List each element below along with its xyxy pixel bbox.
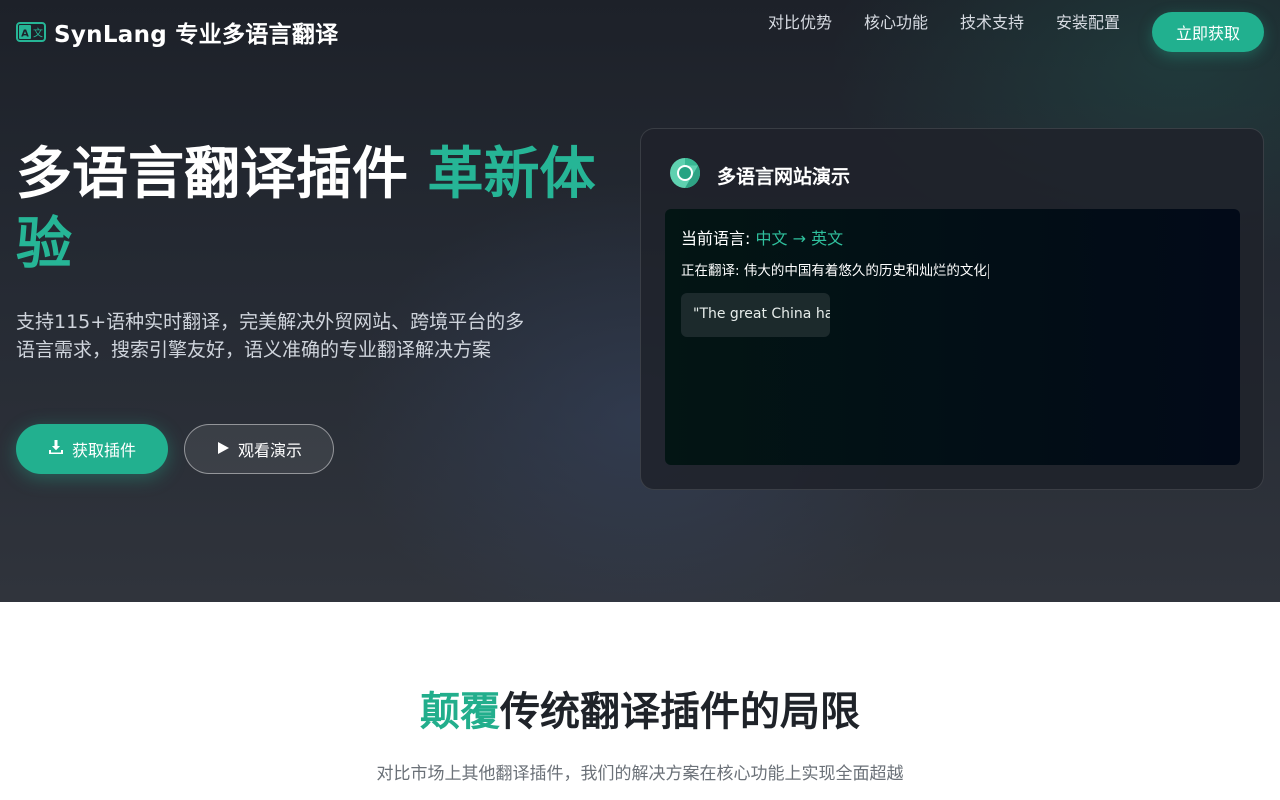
hero-section: A 文 SynLang 专业多语言翻译 对比优势 核心功能 技术支持 安装配置 … — [0, 0, 1280, 602]
brand-name: SynLang 专业多语言翻译 — [54, 22, 339, 48]
demo-title: 多语言网站演示 — [717, 165, 851, 188]
nav-link-advantages[interactable]: 对比优势 — [768, 12, 832, 34]
download-icon — [48, 439, 64, 459]
top-nav: 对比优势 核心功能 技术支持 安装配置 — [768, 12, 1120, 34]
watch-demo-label: 观看演示 — [237, 441, 302, 460]
chrome-icon — [669, 157, 701, 193]
translating-label: 正在翻译: — [681, 263, 744, 279]
translate-icon: A 文 — [16, 21, 46, 43]
translation-output: "The great China ha — [681, 293, 830, 337]
nav-link-install[interactable]: 安装配置 — [1056, 12, 1120, 34]
demo-card: 多语言网站演示 当前语言: 中文 → 英文 正在翻译: 伟大的中国有着悠久的历史… — [640, 128, 1264, 490]
demo-header: 多语言网站演示 — [669, 157, 850, 193]
get-plugin-label: 获取插件 — [71, 441, 136, 460]
watch-demo-button[interactable]: 观看演示 — [184, 424, 334, 474]
translating-line: 正在翻译: 伟大的中国有着悠久的历史和灿烂的文化 — [681, 259, 989, 279]
current-language-label: 当前语言: — [681, 229, 756, 248]
demo-screen: 当前语言: 中文 → 英文 正在翻译: 伟大的中国有着悠久的历史和灿烂的文化 "… — [665, 209, 1240, 465]
text-cursor — [987, 263, 989, 279]
hero-subtext: 支持115+语种实时翻译，完美解决外贸网站、跨境平台的多语言需求，搜索引擎友好，… — [16, 311, 525, 361]
svg-text:文: 文 — [33, 27, 43, 40]
source-language: 中文 — [755, 229, 788, 248]
section-title-accent: 颠覆 — [420, 689, 500, 735]
play-icon — [216, 440, 230, 459]
language-arrow: → — [787, 229, 812, 248]
translating-text: 伟大的中国有着悠久的历史和灿烂的文化 — [743, 263, 987, 279]
current-language: 当前语言: 中文 → 英文 — [681, 225, 843, 249]
brand[interactable]: A 文 SynLang 专业多语言翻译 — [16, 14, 338, 50]
headline-main: 多语言翻译插件 — [16, 142, 428, 207]
svg-text:A: A — [21, 29, 29, 40]
nav-link-features[interactable]: 核心功能 — [864, 12, 928, 34]
get-now-button[interactable]: 立即获取 — [1152, 12, 1264, 52]
get-plugin-button[interactable]: 获取插件 — [16, 424, 168, 474]
section-title: 颠覆传统翻译插件的局限 — [0, 686, 1280, 738]
nav-link-support[interactable]: 技术支持 — [960, 12, 1024, 34]
section-title-rest: 传统翻译插件的局限 — [500, 689, 860, 735]
hero-headline: 多语言翻译插件 革新体验 — [16, 140, 616, 280]
section-subtitle: 对比市场上其他翻译插件，我们的解决方案在核心功能上实现全面超越 — [376, 764, 904, 784]
target-language: 英文 — [811, 229, 844, 248]
